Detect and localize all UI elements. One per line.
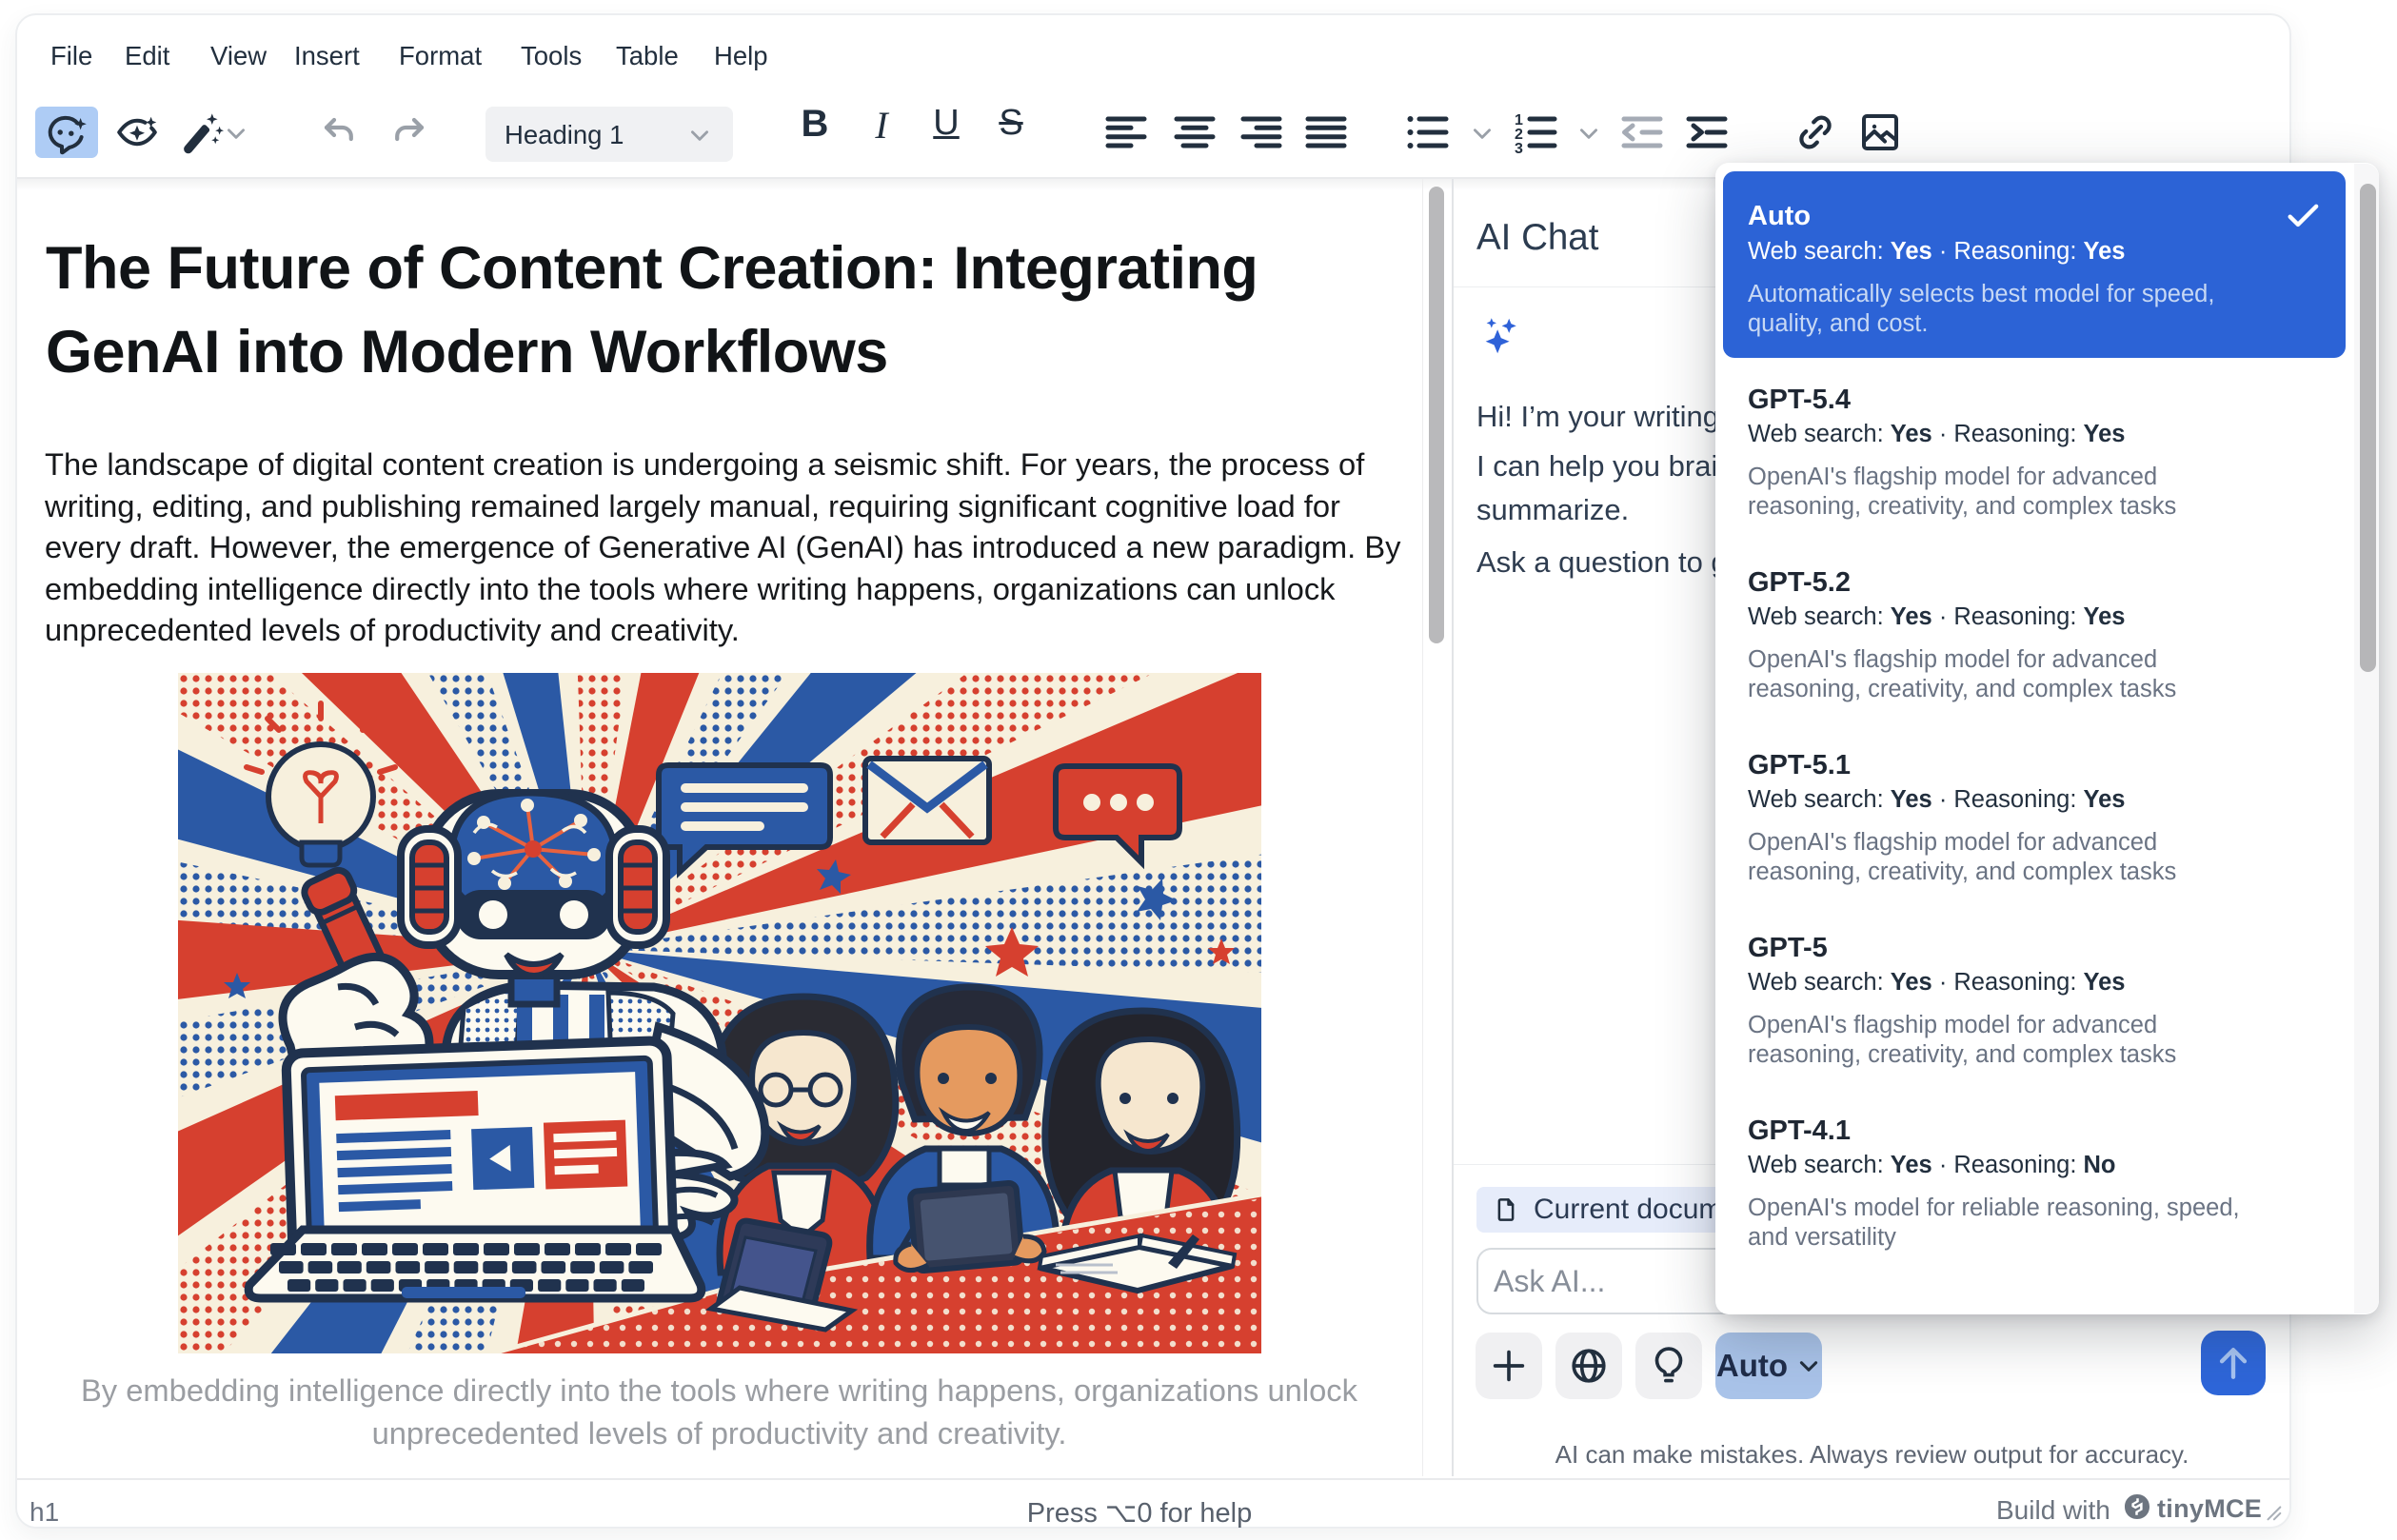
svg-text:3: 3	[1515, 141, 1523, 155]
